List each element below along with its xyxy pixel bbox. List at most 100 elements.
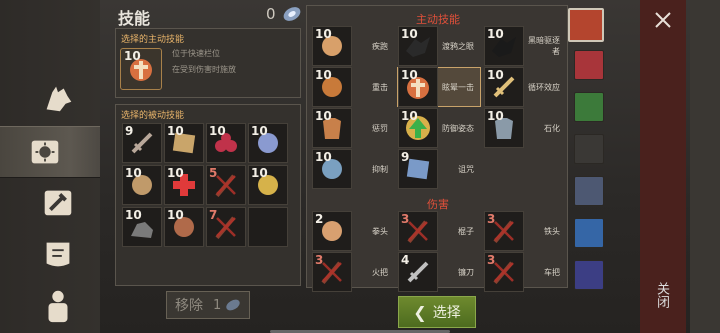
cast-hint: 在受到伤害时施放 xyxy=(172,65,236,74)
skill-level: 10 xyxy=(487,27,504,41)
passive-level: 10 xyxy=(167,166,184,180)
skill-name: 石化 xyxy=(544,123,560,133)
active-skill[interactable]: 10 重击 xyxy=(311,67,395,107)
left-nav xyxy=(0,0,100,333)
active-skill[interactable]: 10 渡鸦之眼 xyxy=(397,26,481,66)
active-skill[interactable]: 10 眩晕一击 xyxy=(397,67,481,107)
skill-icon-frame: 10 xyxy=(484,108,524,148)
skill-gem-icon xyxy=(283,7,301,21)
skill-level: 3 xyxy=(487,212,496,226)
passive-slot[interactable]: 10 xyxy=(164,165,204,205)
passive-slot-empty[interactable] xyxy=(248,207,288,247)
passive-level: 10 xyxy=(251,124,268,138)
damage-section-heading: 伤害 xyxy=(427,198,449,211)
skill-icon-frame: 10 xyxy=(312,26,352,66)
crafting-icon[interactable] xyxy=(34,180,82,224)
remove-button[interactable]: 移除 1 xyxy=(166,291,250,319)
skill-icon-frame: 3 xyxy=(484,252,524,292)
active-skill[interactable]: 10 疾跑 xyxy=(311,26,395,66)
skill-icon-frame: 10 xyxy=(484,67,524,107)
passive-slot[interactable]: 10 xyxy=(164,207,204,247)
skill-icon-frame: 3 xyxy=(398,211,438,251)
damage-skill[interactable]: 3 火把 xyxy=(311,252,395,292)
passive-level: 10 xyxy=(167,124,184,138)
passive-level: 10 xyxy=(209,124,226,138)
passive-slot[interactable]: 7 xyxy=(206,207,246,247)
skill-icon-frame: 3 xyxy=(312,252,352,292)
quickbar-hint: 位于快速栏位 xyxy=(172,49,220,58)
skill-icon-frame: 10 xyxy=(312,108,352,148)
skills-screen: 技能 0 选择的主动技能 10 位于快速栏位 在受到伤害时施放 选择的被动技能 … xyxy=(0,0,720,333)
skill-level: 3 xyxy=(315,253,324,267)
chevron-left-icon: ❮ xyxy=(413,302,427,322)
damage-skill[interactable]: 3 铁头 xyxy=(483,211,567,251)
skill-icon-frame: 10 xyxy=(398,67,438,107)
active-skill[interactable]: 10 惩罚 xyxy=(311,108,395,148)
skill-icon-frame: 4 xyxy=(398,252,438,292)
category-tab[interactable] xyxy=(574,134,604,164)
remove-count: 1 xyxy=(213,297,222,313)
select-button[interactable]: ❮ 选择 xyxy=(398,296,476,328)
skill-points-count: 0 xyxy=(266,5,276,23)
skill-level: 10 xyxy=(315,68,332,82)
character-icon[interactable] xyxy=(34,284,82,328)
skill-icon-frame: 10 xyxy=(484,26,524,66)
passive-level: 7 xyxy=(209,208,218,222)
skill-name: 循环效应 xyxy=(528,82,560,92)
active-skill[interactable]: 9 诅咒 xyxy=(397,149,481,189)
skill-level: 10 xyxy=(401,109,418,123)
skill-name: 眩晕一击 xyxy=(442,82,474,92)
skill-level: 3 xyxy=(487,253,496,267)
skill-name: 抑制 xyxy=(372,164,388,174)
active-skill[interactable]: 10 黑暗驱逐者 xyxy=(483,26,567,66)
category-tab[interactable] xyxy=(568,8,604,42)
skill-icon-frame: 10 xyxy=(398,108,438,148)
skill-name: 重击 xyxy=(372,82,388,92)
active-skill[interactable]: 10 石化 xyxy=(483,108,567,148)
remove-gem-icon xyxy=(226,299,240,311)
skill-icon-frame: 2 xyxy=(312,211,352,251)
damage-skill[interactable]: 4 镰刀 xyxy=(397,252,481,292)
passive-slot[interactable]: 10 xyxy=(248,165,288,205)
passive-slot[interactable]: 10 xyxy=(164,123,204,163)
skill-level: 9 xyxy=(401,150,410,164)
close-icon[interactable] xyxy=(653,10,673,30)
selected-active-slot[interactable]: 10 xyxy=(120,48,162,90)
passive-level: 10 xyxy=(167,208,184,222)
category-tab[interactable] xyxy=(574,50,604,80)
category-tab[interactable] xyxy=(574,218,604,248)
active-skill[interactable]: 10 循环效应 xyxy=(483,67,567,107)
passive-slot[interactable]: 10 xyxy=(206,123,246,163)
damage-skill[interactable]: 3 车把 xyxy=(483,252,567,292)
skill-name: 惩罚 xyxy=(372,123,388,133)
wolf-icon[interactable] xyxy=(34,76,82,120)
skill-list-panel: 主动技能 伤害 10 疾跑 10 渡鸦之眼 10 黑暗驱逐者 10 重击 10 眩晕一击 10 循环效… xyxy=(306,5,568,292)
skill-name: 拳头 xyxy=(372,226,388,236)
passive-slot[interactable]: 10 xyxy=(122,165,162,205)
active-section-heading: 主动技能 xyxy=(416,13,460,26)
skills-sun-icon[interactable] xyxy=(0,126,100,178)
skill-level: 10 xyxy=(487,68,504,82)
passive-level: 10 xyxy=(125,208,142,222)
skill-level: 10 xyxy=(401,68,418,82)
skill-icon-frame: 10 xyxy=(312,149,352,189)
category-tab[interactable] xyxy=(574,92,604,122)
map-scroll-icon[interactable] xyxy=(34,232,82,276)
skill-name: 铁头 xyxy=(544,226,560,236)
passive-slot[interactable]: 10 xyxy=(122,207,162,247)
skill-icon-frame: 3 xyxy=(484,211,524,251)
skill-name: 黑暗驱逐者 xyxy=(528,36,560,56)
passive-slot[interactable]: 10 xyxy=(248,123,288,163)
active-skill[interactable]: 10 防御姿态 xyxy=(397,108,481,148)
skill-level: 10 xyxy=(401,27,418,41)
close-label[interactable]: 关闭 xyxy=(652,282,671,308)
damage-skill[interactable]: 3 棍子 xyxy=(397,211,481,251)
skill-level: 10 xyxy=(315,109,332,123)
active-skill[interactable]: 10 抑制 xyxy=(311,149,395,189)
passive-slot[interactable]: 9 xyxy=(122,123,162,163)
category-tab[interactable] xyxy=(574,260,604,290)
skill-name: 火把 xyxy=(372,267,388,277)
damage-skill[interactable]: 2 拳头 xyxy=(311,211,395,251)
category-tab[interactable] xyxy=(574,176,604,206)
passive-slot[interactable]: 5 xyxy=(206,165,246,205)
